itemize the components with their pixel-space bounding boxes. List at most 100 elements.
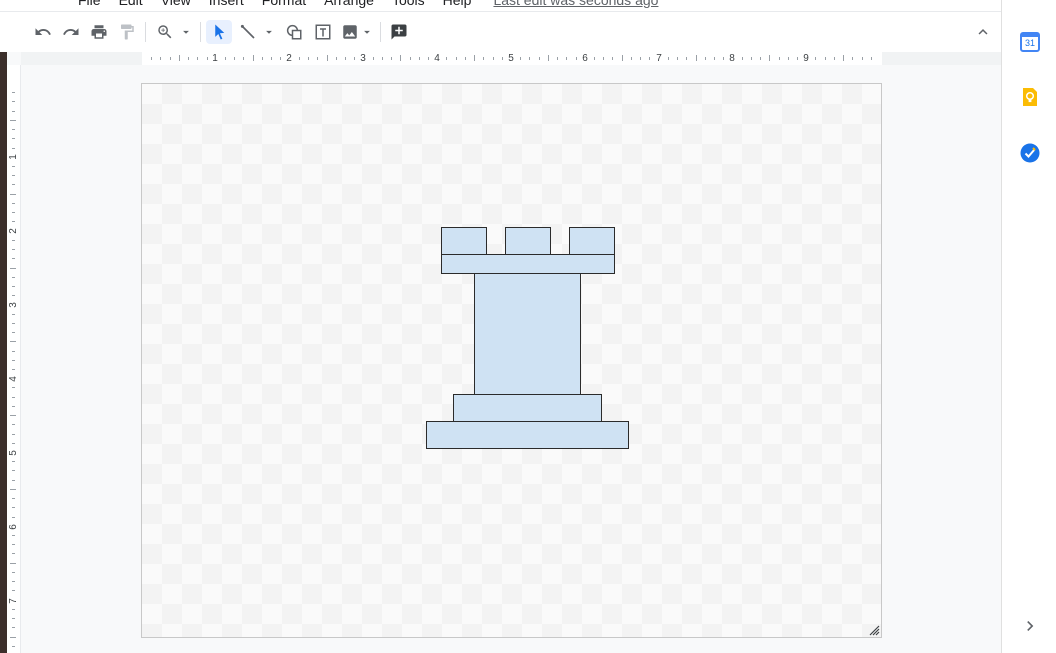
menu-tools[interactable]: Tools (392, 0, 425, 8)
shape-button[interactable] (282, 20, 306, 44)
image-button[interactable] (339, 20, 375, 44)
ruler-tick (870, 57, 872, 60)
line-icon (240, 24, 255, 39)
ruler-tick (178, 55, 180, 61)
rook-lower-base[interactable] (426, 421, 629, 449)
ruler-tick (261, 57, 263, 60)
ruler-tick (538, 57, 540, 60)
ruler-tick (769, 55, 771, 61)
ruler-label: 7 (8, 598, 19, 604)
calendar-button[interactable]: 31 (1020, 32, 1040, 52)
ruler-tick (160, 57, 162, 60)
last-edit-link[interactable]: Last edit was seconds ago (493, 0, 658, 8)
menu-bar: File Edit View Insert Format Arrange Too… (0, 0, 1001, 12)
ruler-tick (10, 636, 16, 638)
ruler-tick (12, 571, 15, 573)
ruler-tick (677, 57, 679, 60)
print-button[interactable] (87, 20, 111, 44)
paint-format-button[interactable] (115, 20, 139, 44)
side-panel: 31 (1001, 0, 1056, 653)
rook-upper-base[interactable] (453, 394, 602, 422)
ruler-tick (833, 57, 835, 60)
chevron-down-icon (183, 30, 189, 34)
ruler-tick (12, 332, 15, 334)
ruler-tick (12, 387, 15, 389)
chevron-right-icon (1027, 621, 1034, 631)
ruler-tick (12, 239, 15, 241)
ruler-tick (12, 368, 15, 370)
ruler-tick (12, 442, 15, 444)
ruler-tick (12, 405, 15, 407)
ruler-tick (741, 57, 743, 60)
ruler-tick (10, 415, 16, 417)
ruler-tick (169, 57, 171, 60)
ruler-tick (750, 57, 752, 60)
menu-file[interactable]: File (78, 0, 101, 8)
ruler-tick (843, 55, 845, 61)
ruler-tick (557, 57, 559, 60)
line-button[interactable] (236, 20, 278, 44)
ruler-tick (12, 212, 15, 214)
menu-arrange[interactable]: Arrange (324, 0, 374, 8)
ruler-tick (12, 544, 15, 546)
ruler-tick (12, 359, 15, 361)
ruler-tick (206, 57, 208, 60)
ruler-tick (547, 55, 549, 61)
ruler-tick (12, 110, 15, 112)
menu-insert[interactable]: Insert (209, 0, 244, 8)
chevron-down-icon (364, 30, 370, 34)
ruler-tick (796, 57, 798, 60)
ruler-tick (704, 57, 706, 60)
vertical-ruler[interactable]: 1 2 3 4 5 6 7 (7, 65, 21, 653)
ruler-label: 7 (656, 53, 662, 64)
menu-view[interactable]: View (161, 0, 191, 8)
ruler-label: 3 (360, 53, 366, 64)
ruler-tick (372, 57, 374, 60)
undo-icon (35, 28, 51, 35)
ruler-tick (12, 507, 15, 509)
rook-battlement-right[interactable] (569, 227, 615, 255)
expand-panel-button[interactable] (1020, 616, 1040, 636)
undo-button[interactable] (31, 20, 55, 44)
ruler-tick (298, 57, 300, 60)
ruler-tick (603, 57, 605, 60)
rook-body[interactable] (474, 273, 581, 395)
zoom-button[interactable] (153, 20, 195, 44)
horizontal-ruler[interactable]: 1 2 3 4 5 6 7 8 9 (142, 52, 882, 65)
ruler-tick (12, 608, 15, 610)
paint-format-icon (121, 24, 134, 40)
ruler-tick (12, 138, 15, 140)
ruler-label: 6 (582, 53, 588, 64)
keep-button[interactable] (1020, 87, 1040, 107)
select-button[interactable] (206, 20, 232, 44)
ruler-tick (12, 285, 15, 287)
drawing-canvas[interactable] (141, 83, 882, 638)
ruler-tick (12, 424, 15, 426)
rook-top-band[interactable] (441, 254, 615, 274)
rook-battlement-left[interactable] (441, 227, 487, 255)
ruler-label: 6 (8, 524, 19, 530)
ruler-tick (686, 57, 688, 60)
ruler-label: 1 (8, 154, 19, 160)
ruler-tick (10, 193, 16, 195)
rook-battlement-middle[interactable] (505, 227, 551, 255)
ruler-tick (492, 57, 494, 60)
ruler-tick (667, 57, 669, 60)
redo-button[interactable] (59, 20, 83, 44)
menu-edit[interactable]: Edit (119, 0, 143, 8)
ruler-tick (760, 57, 762, 60)
resize-handle-icon[interactable] (868, 624, 880, 636)
ruler-tick (12, 221, 15, 223)
ruler-tick (12, 313, 15, 315)
ruler-tick (10, 562, 16, 564)
ruler-tick (225, 57, 227, 60)
menu-help[interactable]: Help (443, 0, 472, 8)
ruler-tick (10, 119, 16, 121)
ruler-label: 3 (8, 302, 19, 308)
text-box-button[interactable] (311, 20, 335, 44)
collapse-toolbar-button[interactable] (971, 20, 995, 44)
add-comment-button[interactable] (387, 20, 411, 44)
ruler-tick (12, 535, 15, 537)
menu-format[interactable]: Format (262, 0, 306, 8)
tasks-button[interactable] (1020, 143, 1040, 163)
